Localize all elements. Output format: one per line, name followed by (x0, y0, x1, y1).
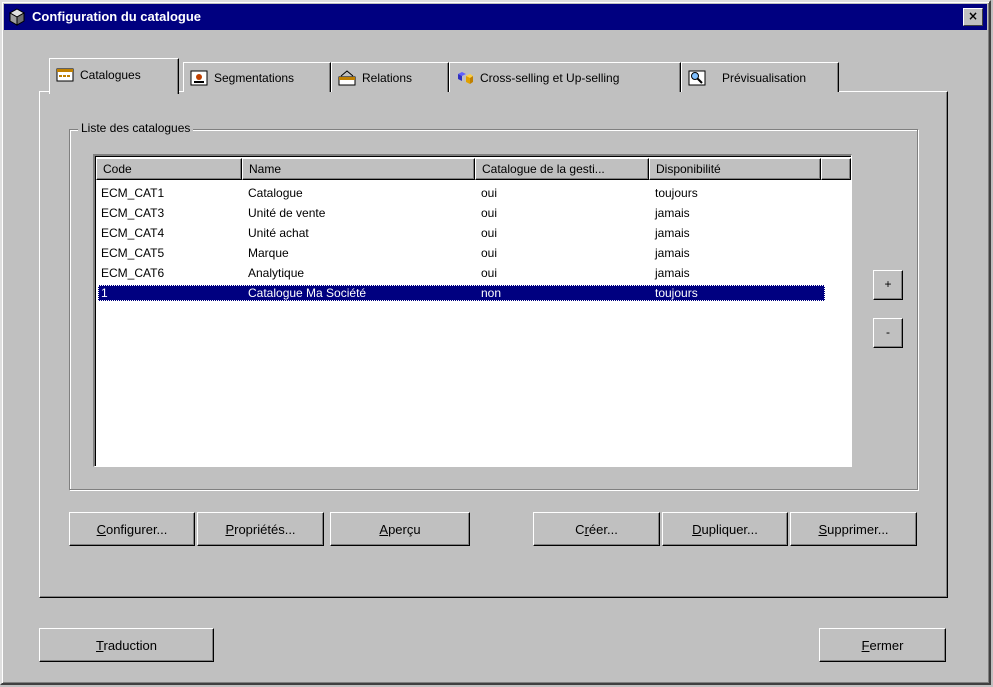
cell-name: Marque (248, 246, 289, 260)
add-row-button[interactable]: + (873, 270, 903, 300)
catalog-list[interactable]: Code Name Catalogue de la gesti... Dispo… (93, 154, 852, 467)
tab-segmentations[interactable]: Segmentations (183, 62, 331, 92)
magnifier-icon (688, 70, 706, 85)
fermer-label: ermer (869, 637, 904, 653)
configurer-label: onfigurer... (105, 521, 168, 537)
cell-name: Analytique (248, 266, 305, 280)
close-icon: × (967, 9, 979, 23)
cell-gestion: oui (481, 266, 498, 280)
column-header-name[interactable]: Name (242, 158, 475, 180)
title-bar[interactable]: Configuration du catalogue × (4, 4, 987, 30)
table-row[interactable]: ECM_CAT5 Marque oui jamais (98, 245, 825, 261)
cell-name: Catalogue (248, 186, 303, 200)
proprietes-label: ropriétés... (234, 521, 296, 537)
column-header-disponibilite[interactable]: Disponibilité (649, 158, 821, 180)
tab-segmentations-label: Segmentations (214, 70, 295, 85)
cell-name: Unité achat (248, 226, 309, 240)
tab-previsualisation-label: Prévisualisation (722, 70, 807, 85)
group-label: Liste des catalogues (78, 121, 194, 135)
cell-name: Unité de vente (248, 206, 326, 220)
cell-name: Catalogue Ma Société (248, 286, 367, 300)
traduction-label: raduction (103, 637, 157, 653)
table-row[interactable]: ECM_CAT3 Unité de vente oui jamais (98, 205, 825, 221)
cell-disponibilite: jamais (655, 206, 690, 220)
cell-disponibilite: jamais (655, 266, 690, 280)
table-row[interactable]: ECM_CAT1 Catalogue oui toujours (98, 185, 825, 201)
creer-button[interactable]: Créer... (533, 512, 660, 546)
cell-code: ECM_CAT4 (101, 226, 165, 240)
configurer-button[interactable]: Configurer... (69, 512, 195, 546)
cell-code: ECM_CAT3 (101, 206, 165, 220)
traduction-button[interactable]: Traduction (39, 628, 214, 662)
cell-disponibilite: jamais (655, 226, 690, 240)
cell-disponibilite: toujours (655, 186, 698, 200)
cubes-icon (458, 71, 473, 84)
cell-disponibilite: toujours (655, 286, 698, 300)
column-header-filler (821, 158, 851, 180)
tab-catalogues-label: Catalogues (80, 67, 141, 82)
cell-gestion: oui (481, 186, 498, 200)
close-button[interactable]: × (963, 8, 983, 26)
cell-code: ECM_CAT5 (101, 246, 165, 260)
cell-code: ECM_CAT1 (101, 186, 165, 200)
apercu-label: perçu (388, 521, 421, 537)
supprimer-button[interactable]: Supprimer... (790, 512, 917, 546)
fermer-mnemonic: F (861, 637, 870, 653)
window-title: Configuration du catalogue (32, 9, 201, 24)
dupliquer-mnemonic: D (692, 521, 702, 537)
cell-gestion: oui (481, 206, 498, 220)
catalog-icon (56, 68, 74, 81)
cell-code: 1 (101, 286, 108, 300)
remove-row-button[interactable]: - (873, 318, 903, 348)
supprimer-mnemonic: S (818, 521, 828, 537)
configurer-mnemonic: C (96, 521, 106, 537)
cell-gestion: oui (481, 246, 498, 260)
app-cube-icon (8, 8, 26, 26)
tab-relations-label: Relations (362, 70, 413, 85)
creer-prefix: C (575, 521, 585, 537)
dupliquer-label: upliquer... (701, 521, 758, 537)
proprietes-button[interactable]: Propriétés... (197, 512, 324, 546)
tab-cross-selling-label: Cross-selling et Up-selling (480, 70, 620, 85)
tab-catalogues[interactable]: Catalogues (49, 58, 179, 94)
apercu-button[interactable]: Aperçu (330, 512, 470, 546)
cell-code: ECM_CAT6 (101, 266, 165, 280)
column-header-gestion[interactable]: Catalogue de la gesti... (475, 158, 649, 180)
tab-previsualisation[interactable]: Prévisualisation (681, 62, 839, 92)
segment-icon (190, 70, 208, 85)
table-row-selected[interactable]: 1 Catalogue Ma Société non toujours (98, 285, 825, 301)
fermer-button[interactable]: Fermer (819, 628, 946, 662)
relations-icon (338, 69, 356, 85)
tab-relations[interactable]: Relations (331, 62, 449, 92)
proprietes-mnemonic: P (225, 521, 235, 537)
cell-disponibilite: jamais (655, 246, 690, 260)
creer-label: éer... (588, 521, 618, 537)
apercu-mnemonic: A (379, 521, 389, 537)
dupliquer-button[interactable]: Dupliquer... (662, 512, 788, 546)
table-row[interactable]: ECM_CAT4 Unité achat oui jamais (98, 225, 825, 241)
tab-cross-selling[interactable]: Cross-selling et Up-selling (449, 62, 681, 92)
cell-gestion: non (481, 286, 502, 300)
supprimer-label: upprimer... (827, 521, 889, 537)
cell-gestion: oui (481, 226, 498, 240)
table-row[interactable]: ECM_CAT6 Analytique oui jamais (98, 265, 825, 281)
column-header-code[interactable]: Code (96, 158, 242, 180)
